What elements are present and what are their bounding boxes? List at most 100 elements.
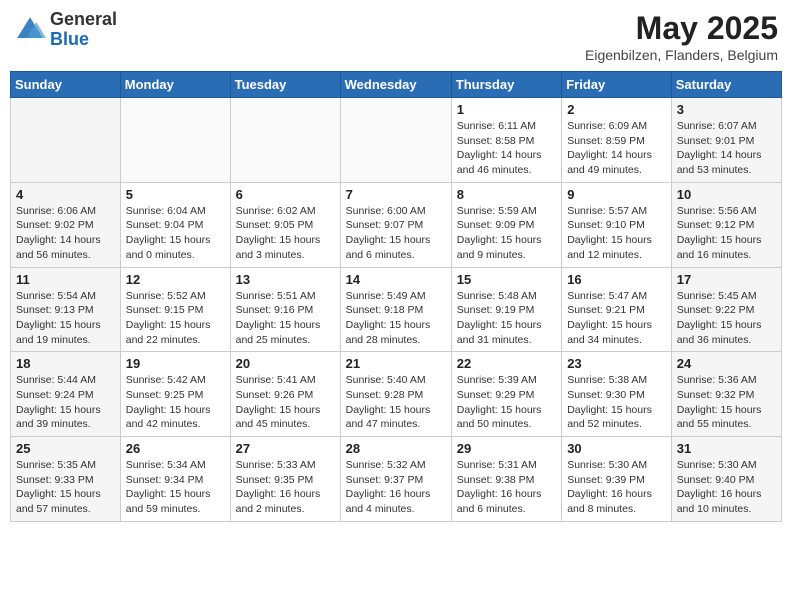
weekday-header: Wednesday	[340, 72, 451, 98]
day-info: Sunrise: 6:06 AM Sunset: 9:02 PM Dayligh…	[16, 204, 115, 263]
calendar-day-cell: 16 Sunrise: 5:47 AM Sunset: 9:21 PM Dayli…	[562, 267, 672, 352]
logo-general: General	[50, 10, 117, 30]
calendar-day-cell: 31 Sunrise: 5:30 AM Sunset: 9:40 PM Dayli…	[671, 437, 781, 522]
calendar-day-cell: 6Sunrise: 6:02 AM Sunset: 9:05 PM Daylig…	[230, 182, 340, 267]
day-info: Sunrise: 5:56 AM Sunset: 9:12 PM Dayligh…	[677, 204, 776, 263]
day-number: 15	[457, 272, 556, 287]
calendar-day-cell: 9Sunrise: 5:57 AM Sunset: 9:10 PM Daylig…	[562, 182, 672, 267]
day-info: Sunrise: 5:32 AM Sunset: 9:37 PM Dayligh…	[346, 458, 446, 517]
calendar-day-cell: 11 Sunrise: 5:54 AM Sunset: 9:13 PM Dayli…	[11, 267, 121, 352]
day-number: 5	[126, 187, 225, 202]
calendar-week-row: 18 Sunrise: 5:44 AM Sunset: 9:24 PM Dayli…	[11, 352, 782, 437]
day-number: 28	[346, 441, 446, 456]
page-header: General Blue May 2025 Eigenbilzen, Fland…	[10, 10, 782, 63]
calendar-day-cell: 18 Sunrise: 5:44 AM Sunset: 9:24 PM Dayli…	[11, 352, 121, 437]
day-info: Sunrise: 6:11 AM Sunset: 8:58 PM Dayligh…	[457, 119, 556, 178]
calendar-day-cell: 21 Sunrise: 5:40 AM Sunset: 9:28 PM Dayli…	[340, 352, 451, 437]
day-number: 11	[16, 272, 115, 287]
day-number: 27	[236, 441, 335, 456]
day-info: Sunrise: 5:44 AM Sunset: 9:24 PM Dayligh…	[16, 373, 115, 432]
day-number: 20	[236, 356, 335, 371]
calendar-day-cell: 14 Sunrise: 5:49 AM Sunset: 9:18 PM Dayli…	[340, 267, 451, 352]
calendar-day-cell	[230, 98, 340, 183]
day-info: Sunrise: 6:09 AM Sunset: 8:59 PM Dayligh…	[567, 119, 666, 178]
calendar-day-cell: 12 Sunrise: 5:52 AM Sunset: 9:15 PM Dayli…	[120, 267, 230, 352]
weekday-header: Thursday	[451, 72, 561, 98]
day-info: Sunrise: 5:40 AM Sunset: 9:28 PM Dayligh…	[346, 373, 446, 432]
calendar-day-cell: 28 Sunrise: 5:32 AM Sunset: 9:37 PM Dayli…	[340, 437, 451, 522]
title-area: May 2025 Eigenbilzen, Flanders, Belgium	[585, 10, 778, 63]
weekday-header: Sunday	[11, 72, 121, 98]
day-info: Sunrise: 5:41 AM Sunset: 9:26 PM Dayligh…	[236, 373, 335, 432]
day-number: 4	[16, 187, 115, 202]
calendar-week-row: 1 Sunrise: 6:11 AM Sunset: 8:58 PM Daylig…	[11, 98, 782, 183]
day-info: Sunrise: 5:45 AM Sunset: 9:22 PM Dayligh…	[677, 289, 776, 348]
calendar-day-cell: 1 Sunrise: 6:11 AM Sunset: 8:58 PM Daylig…	[451, 98, 561, 183]
calendar-table: SundayMondayTuesdayWednesdayThursdayFrid…	[10, 71, 782, 522]
calendar-day-cell: 22 Sunrise: 5:39 AM Sunset: 9:29 PM Dayli…	[451, 352, 561, 437]
day-info: Sunrise: 5:30 AM Sunset: 9:39 PM Dayligh…	[567, 458, 666, 517]
day-info: Sunrise: 5:49 AM Sunset: 9:18 PM Dayligh…	[346, 289, 446, 348]
day-number: 8	[457, 187, 556, 202]
calendar-week-row: 4 Sunrise: 6:06 AM Sunset: 9:02 PM Daylig…	[11, 182, 782, 267]
calendar-day-cell: 26Sunrise: 5:34 AM Sunset: 9:34 PM Dayli…	[120, 437, 230, 522]
day-info: Sunrise: 5:33 AM Sunset: 9:35 PM Dayligh…	[236, 458, 335, 517]
calendar-day-cell: 5 Sunrise: 6:04 AM Sunset: 9:04 PM Daylig…	[120, 182, 230, 267]
day-number: 24	[677, 356, 776, 371]
day-info: Sunrise: 5:48 AM Sunset: 9:19 PM Dayligh…	[457, 289, 556, 348]
day-number: 22	[457, 356, 556, 371]
calendar-day-cell: 30Sunrise: 5:30 AM Sunset: 9:39 PM Dayli…	[562, 437, 672, 522]
day-number: 25	[16, 441, 115, 456]
day-number: 16	[567, 272, 666, 287]
calendar-day-cell: 27 Sunrise: 5:33 AM Sunset: 9:35 PM Dayli…	[230, 437, 340, 522]
calendar-day-cell	[120, 98, 230, 183]
day-number: 29	[457, 441, 556, 456]
day-number: 12	[126, 272, 225, 287]
logo-blue: Blue	[50, 30, 117, 50]
calendar-day-cell: 23 Sunrise: 5:38 AM Sunset: 9:30 PM Dayli…	[562, 352, 672, 437]
day-number: 3	[677, 102, 776, 117]
calendar-day-cell: 3Sunrise: 6:07 AM Sunset: 9:01 PM Daylig…	[671, 98, 781, 183]
day-info: Sunrise: 6:04 AM Sunset: 9:04 PM Dayligh…	[126, 204, 225, 263]
day-info: Sunrise: 5:30 AM Sunset: 9:40 PM Dayligh…	[677, 458, 776, 517]
weekday-header-row: SundayMondayTuesdayWednesdayThursdayFrid…	[11, 72, 782, 98]
day-info: Sunrise: 5:34 AM Sunset: 9:34 PM Dayligh…	[126, 458, 225, 517]
logo: General Blue	[14, 10, 117, 50]
calendar-day-cell: 29Sunrise: 5:31 AM Sunset: 9:38 PM Dayli…	[451, 437, 561, 522]
day-info: Sunrise: 5:39 AM Sunset: 9:29 PM Dayligh…	[457, 373, 556, 432]
day-number: 13	[236, 272, 335, 287]
calendar-day-cell	[340, 98, 451, 183]
calendar-day-cell: 17 Sunrise: 5:45 AM Sunset: 9:22 PM Dayli…	[671, 267, 781, 352]
day-number: 7	[346, 187, 446, 202]
weekday-header: Tuesday	[230, 72, 340, 98]
day-number: 10	[677, 187, 776, 202]
day-info: Sunrise: 5:52 AM Sunset: 9:15 PM Dayligh…	[126, 289, 225, 348]
calendar-day-cell: 24 Sunrise: 5:36 AM Sunset: 9:32 PM Dayli…	[671, 352, 781, 437]
day-info: Sunrise: 5:38 AM Sunset: 9:30 PM Dayligh…	[567, 373, 666, 432]
calendar-day-cell: 7 Sunrise: 6:00 AM Sunset: 9:07 PM Daylig…	[340, 182, 451, 267]
day-number: 2	[567, 102, 666, 117]
calendar-week-row: 25Sunrise: 5:35 AM Sunset: 9:33 PM Dayli…	[11, 437, 782, 522]
day-info: Sunrise: 5:54 AM Sunset: 9:13 PM Dayligh…	[16, 289, 115, 348]
day-number: 18	[16, 356, 115, 371]
day-number: 31	[677, 441, 776, 456]
day-info: Sunrise: 6:00 AM Sunset: 9:07 PM Dayligh…	[346, 204, 446, 263]
day-number: 9	[567, 187, 666, 202]
month-title: May 2025	[585, 10, 778, 47]
day-info: Sunrise: 5:42 AM Sunset: 9:25 PM Dayligh…	[126, 373, 225, 432]
day-info: Sunrise: 5:47 AM Sunset: 9:21 PM Dayligh…	[567, 289, 666, 348]
day-number: 1	[457, 102, 556, 117]
calendar-day-cell: 13Sunrise: 5:51 AM Sunset: 9:16 PM Dayli…	[230, 267, 340, 352]
day-info: Sunrise: 5:59 AM Sunset: 9:09 PM Dayligh…	[457, 204, 556, 263]
calendar-day-cell: 15 Sunrise: 5:48 AM Sunset: 9:19 PM Dayli…	[451, 267, 561, 352]
day-number: 17	[677, 272, 776, 287]
calendar-week-row: 11 Sunrise: 5:54 AM Sunset: 9:13 PM Dayli…	[11, 267, 782, 352]
calendar-day-cell: 8 Sunrise: 5:59 AM Sunset: 9:09 PM Daylig…	[451, 182, 561, 267]
day-info: Sunrise: 5:36 AM Sunset: 9:32 PM Dayligh…	[677, 373, 776, 432]
day-number: 14	[346, 272, 446, 287]
day-number: 21	[346, 356, 446, 371]
calendar-day-cell: 10 Sunrise: 5:56 AM Sunset: 9:12 PM Dayli…	[671, 182, 781, 267]
day-number: 6	[236, 187, 335, 202]
day-number: 23	[567, 356, 666, 371]
logo-icon	[14, 14, 46, 46]
